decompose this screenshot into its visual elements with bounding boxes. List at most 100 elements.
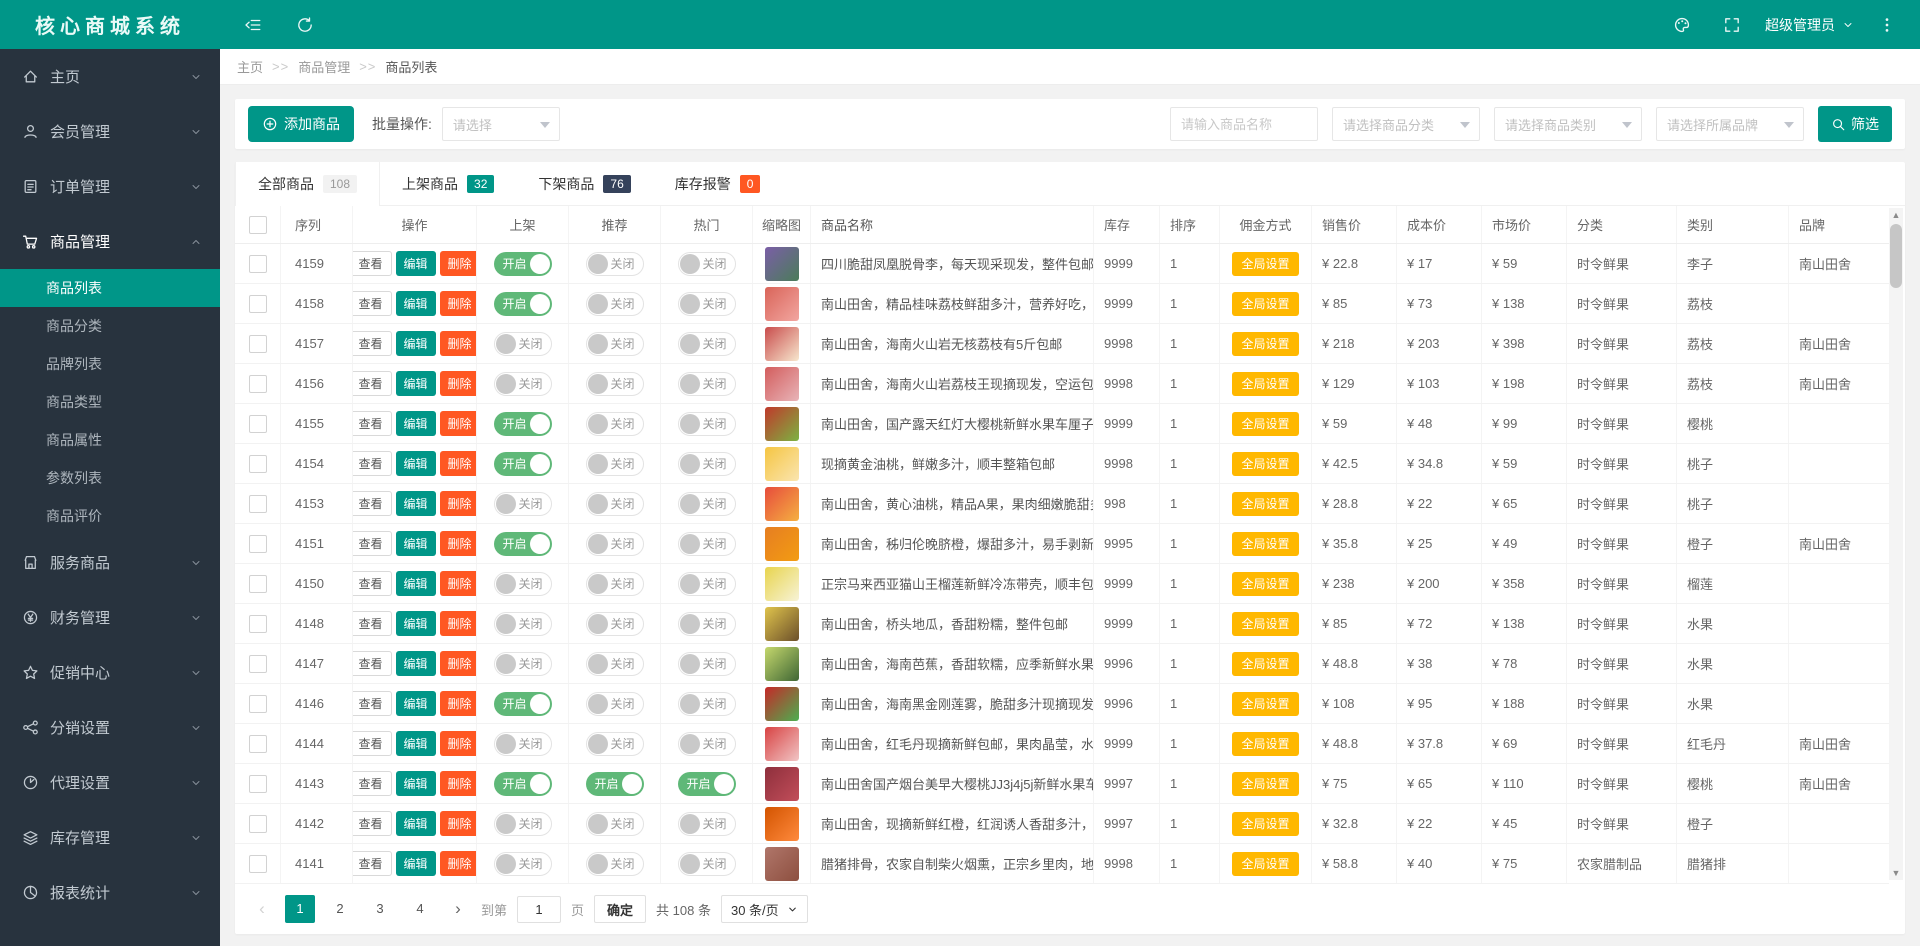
delete-button[interactable]: 删除	[440, 651, 477, 676]
onsale-toggle[interactable]: 关闭	[494, 332, 552, 356]
edit-button[interactable]: 编辑	[396, 691, 436, 716]
sidebar-item[interactable]: 库存管理	[0, 810, 220, 865]
user-menu[interactable]: 超级管理员	[1765, 15, 1854, 35]
theme-icon[interactable]	[1665, 8, 1699, 42]
product-thumbnail[interactable]	[765, 367, 799, 401]
sidebar-subitem[interactable]: 商品类型	[0, 383, 220, 421]
brand-select[interactable]: 请选择所属品牌	[1656, 107, 1804, 141]
view-button[interactable]: 查看	[353, 811, 392, 836]
product-thumbnail[interactable]	[765, 447, 799, 481]
recommend-toggle[interactable]: 开启	[586, 772, 644, 796]
hot-toggle[interactable]: 开启	[678, 772, 736, 796]
recommend-toggle[interactable]: 关闭	[586, 492, 644, 516]
recommend-toggle[interactable]: 关闭	[586, 372, 644, 396]
sidebar-item[interactable]: 代理设置	[0, 755, 220, 810]
row-checkbox[interactable]	[249, 535, 267, 553]
tab[interactable]: 库存报警 0	[653, 162, 783, 205]
scroll-down-icon[interactable]: ▼	[1889, 866, 1903, 880]
delete-button[interactable]: 删除	[440, 291, 477, 316]
sidebar-item[interactable]: 会员管理	[0, 104, 220, 159]
breadcrumb-product-management[interactable]: 商品管理	[298, 57, 350, 76]
onsale-toggle[interactable]: 关闭	[494, 572, 552, 596]
delete-button[interactable]: 删除	[440, 491, 477, 516]
row-checkbox[interactable]	[249, 735, 267, 753]
commission-button[interactable]: 全局设置	[1232, 652, 1298, 676]
delete-button[interactable]: 删除	[440, 331, 477, 356]
hot-toggle[interactable]: 关闭	[678, 652, 736, 676]
view-button[interactable]: 查看	[353, 491, 392, 516]
view-button[interactable]: 查看	[353, 531, 392, 556]
commission-button[interactable]: 全局设置	[1232, 412, 1298, 436]
delete-button[interactable]: 删除	[440, 731, 477, 756]
product-thumbnail[interactable]	[765, 407, 799, 441]
edit-button[interactable]: 编辑	[396, 651, 436, 676]
delete-button[interactable]: 删除	[440, 411, 477, 436]
edit-button[interactable]: 编辑	[396, 331, 436, 356]
onsale-toggle[interactable]: 关闭	[494, 852, 552, 876]
filter-button[interactable]: 筛选	[1818, 106, 1892, 142]
sidebar-item[interactable]: 促销中心	[0, 645, 220, 700]
edit-button[interactable]: 编辑	[396, 571, 436, 596]
onsale-toggle[interactable]: 关闭	[494, 492, 552, 516]
batch-operation-select[interactable]: 请选择	[442, 107, 560, 141]
hot-toggle[interactable]: 关闭	[678, 732, 736, 756]
onsale-toggle[interactable]: 开启	[494, 412, 552, 436]
edit-button[interactable]: 编辑	[396, 731, 436, 756]
delete-button[interactable]: 删除	[440, 571, 477, 596]
row-checkbox[interactable]	[249, 655, 267, 673]
page-number-button[interactable]: 2	[325, 895, 355, 923]
sidebar-subitem[interactable]: 商品属性	[0, 421, 220, 459]
delete-button[interactable]: 删除	[440, 251, 477, 276]
hot-toggle[interactable]: 关闭	[678, 572, 736, 596]
hot-toggle[interactable]: 关闭	[678, 492, 736, 516]
product-thumbnail[interactable]	[765, 487, 799, 521]
collapse-sidebar-icon[interactable]	[236, 8, 270, 42]
product-thumbnail[interactable]	[765, 687, 799, 721]
refresh-icon[interactable]	[288, 8, 322, 42]
edit-button[interactable]: 编辑	[396, 611, 436, 636]
commission-button[interactable]: 全局设置	[1232, 812, 1298, 836]
view-button[interactable]: 查看	[353, 851, 392, 876]
view-button[interactable]: 查看	[353, 371, 392, 396]
product-thumbnail[interactable]	[765, 567, 799, 601]
view-button[interactable]: 查看	[353, 571, 392, 596]
onsale-toggle[interactable]: 开启	[494, 292, 552, 316]
onsale-toggle[interactable]: 开启	[494, 532, 552, 556]
hot-toggle[interactable]: 关闭	[678, 292, 736, 316]
onsale-toggle[interactable]: 关闭	[494, 372, 552, 396]
recommend-toggle[interactable]: 关闭	[586, 292, 644, 316]
view-button[interactable]: 查看	[353, 451, 392, 476]
product-thumbnail[interactable]	[765, 287, 799, 321]
sidebar-item[interactable]: 分销设置	[0, 700, 220, 755]
commission-button[interactable]: 全局设置	[1232, 532, 1298, 556]
recommend-toggle[interactable]: 关闭	[586, 692, 644, 716]
row-checkbox[interactable]	[249, 255, 267, 273]
sidebar-subitem[interactable]: 商品列表	[0, 269, 220, 307]
sidebar-item[interactable]: 服务商品	[0, 535, 220, 590]
edit-button[interactable]: 编辑	[396, 251, 436, 276]
view-button[interactable]: 查看	[353, 611, 392, 636]
category-select[interactable]: 请选择商品分类	[1332, 107, 1480, 141]
recommend-toggle[interactable]: 关闭	[586, 612, 644, 636]
onsale-toggle[interactable]: 开启	[494, 772, 552, 796]
type-select[interactable]: 请选择商品类别	[1494, 107, 1642, 141]
prev-page-button[interactable]: ‹	[249, 895, 275, 923]
recommend-toggle[interactable]: 关闭	[586, 452, 644, 476]
page-number-button[interactable]: 3	[365, 895, 395, 923]
edit-button[interactable]: 编辑	[396, 451, 436, 476]
sidebar-item-product-management[interactable]: 商品管理	[0, 214, 220, 269]
add-product-button[interactable]: 添加商品	[248, 106, 354, 142]
breadcrumb-home[interactable]: 主页	[237, 57, 263, 76]
commission-button[interactable]: 全局设置	[1232, 772, 1298, 796]
tab[interactable]: 上架商品 32	[380, 162, 516, 205]
product-thumbnail[interactable]	[765, 807, 799, 841]
row-checkbox[interactable]	[249, 615, 267, 633]
edit-button[interactable]: 编辑	[396, 811, 436, 836]
row-checkbox[interactable]	[249, 415, 267, 433]
product-thumbnail[interactable]	[765, 767, 799, 801]
sidebar-subitem[interactable]: 商品分类	[0, 307, 220, 345]
onsale-toggle[interactable]: 关闭	[494, 732, 552, 756]
row-checkbox[interactable]	[249, 335, 267, 353]
view-button[interactable]: 查看	[353, 731, 392, 756]
view-button[interactable]: 查看	[353, 291, 392, 316]
